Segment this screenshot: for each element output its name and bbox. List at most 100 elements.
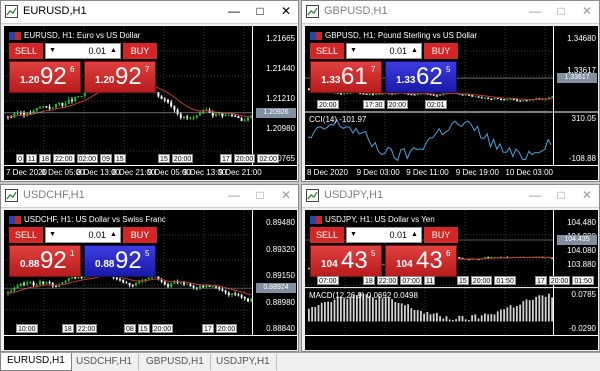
candle-body — [471, 95, 474, 97]
lot-decrease-icon[interactable]: ▼ — [349, 46, 358, 56]
price-axis[interactable]: 104.480104.280104.080103.8800.0785-0.029… — [553, 210, 598, 336]
price-axis[interactable]: 1.34680 1.33617 310.05 -108.88 1.33617 — [553, 26, 598, 166]
lot-size-value: 0.01 — [88, 46, 106, 56]
sell-button[interactable]: SELL — [9, 43, 43, 59]
price-chart[interactable]: GBPUSD, H1: Pound Sterling vs US Dollar … — [305, 26, 598, 180]
session-marker: 0 — [16, 154, 24, 163]
lot-increase-icon[interactable]: ▲ — [410, 46, 419, 56]
price-axis[interactable]: 1.21665 1.21440 1.21210 1.20980 1.20765 1.209… — [252, 26, 297, 166]
candle-body — [231, 293, 233, 295]
session-timeline: 15 20:00 — [158, 154, 194, 163]
lot-size-input[interactable]: ▼ 0.01 ▲ — [346, 227, 422, 243]
candle-body — [23, 283, 25, 285]
session-marker: 15 — [113, 154, 126, 163]
sell-button[interactable]: SELL — [310, 227, 344, 243]
tab-gbpusd[interactable]: GBPUSD,H1 — [140, 354, 211, 370]
candle-body — [227, 114, 230, 116]
maximize-icon[interactable]: □ — [252, 4, 268, 19]
candle-body — [231, 114, 233, 116]
lot-size-value: 0.01 — [88, 230, 106, 240]
candle-body — [477, 96, 480, 98]
close-icon[interactable]: ✕ — [579, 4, 595, 19]
macd-histogram-bar — [503, 309, 505, 322]
close-icon[interactable]: ✕ — [278, 188, 294, 203]
bid-price-prefix: 104 — [321, 259, 338, 270]
macd-histogram-bar — [375, 299, 377, 322]
session-marker: 15 — [457, 275, 469, 285]
candle-body — [487, 97, 490, 100]
candle-body — [464, 94, 467, 96]
ask-price-tile[interactable]: 104 43 6 — [385, 245, 457, 277]
minimize-icon[interactable]: — — [527, 188, 543, 203]
minimize-icon[interactable]: — — [226, 188, 242, 203]
chart-window-w2[interactable]: GBPUSD,H1 — □ ✕ GBPUSD, H1: Pound Sterli… — [301, 0, 600, 182]
session-marker: 02:00 — [76, 154, 99, 163]
time-axis[interactable] — [305, 335, 598, 350]
candle-body — [237, 116, 240, 119]
maximize-icon[interactable]: □ — [553, 188, 569, 203]
cci-line — [307, 118, 552, 162]
ask-price-pip: 5 — [145, 249, 150, 258]
candle-body — [163, 281, 166, 285]
bid-price-tile[interactable]: 104 43 5 — [310, 245, 382, 277]
lot-size-input[interactable]: ▼ 0.01 ▲ — [346, 43, 422, 59]
candle-body — [522, 100, 525, 102]
bid-price-main: 92 — [40, 247, 67, 274]
ask-price-tile[interactable]: 1.33 62 5 — [385, 61, 457, 93]
price-chart[interactable]: USDCHF, H1: US Dollar vs Swiss Franc SEL… — [4, 210, 297, 350]
price-axis-tick: 310.05 — [571, 114, 596, 123]
minimize-icon[interactable]: — — [226, 4, 242, 19]
chart-window-w3[interactable]: USDCHF,H1 — □ ✕ USDCHF, H1: US Dollar vs… — [0, 184, 299, 352]
buy-button[interactable]: BUY — [123, 43, 157, 59]
window-titlebar[interactable]: USDJPY,H1 — □ ✕ — [302, 185, 599, 208]
candle-body — [167, 284, 169, 287]
session-marker: 22:00 — [75, 324, 98, 333]
lot-decrease-icon[interactable]: ▼ — [349, 230, 358, 240]
bid-price-tile[interactable]: 1.33 61 7 — [310, 61, 382, 93]
minimize-icon[interactable]: — — [527, 4, 543, 19]
maximize-icon[interactable]: □ — [553, 4, 569, 19]
buy-button[interactable]: BUY — [123, 227, 157, 243]
bid-price-tile[interactable]: 0.88 92 1 — [9, 245, 81, 277]
tab-usdjpy[interactable]: USDJPY,H1 — [210, 354, 277, 370]
bid-price-pip: 6 — [70, 65, 75, 74]
chart-window-w1[interactable]: EURUSD,H1 — □ ✕ EURUSD, H1: Euro vs US D… — [0, 0, 299, 182]
lot-decrease-icon[interactable]: ▼ — [48, 46, 57, 56]
tab-eurusd[interactable]: EURUSD,H1 — [0, 353, 72, 371]
candle-body — [227, 292, 230, 295]
sell-button[interactable]: SELL — [310, 43, 344, 59]
window-titlebar[interactable]: EURUSD,H1 — □ ✕ — [1, 1, 298, 24]
buy-button[interactable]: BUY — [424, 43, 458, 59]
price-chart[interactable]: EURUSD, H1: Euro vs US Dollar SELL ▼ 0.0… — [4, 26, 297, 180]
close-icon[interactable]: ✕ — [278, 4, 294, 19]
ask-price-tile[interactable]: 0.88 92 5 — [84, 245, 156, 277]
sell-button[interactable]: SELL — [9, 227, 43, 243]
lot-size-input[interactable]: ▼ 0.01 ▲ — [45, 227, 121, 243]
close-icon[interactable]: ✕ — [579, 188, 595, 203]
macd-histogram-bar — [308, 308, 310, 322]
price-chart[interactable]: USDJPY, H1: US Dollar vs Yen SELL ▼ 0.01… — [305, 210, 598, 350]
macd-histogram-bar — [516, 306, 518, 322]
price-axis-tick: 1.21665 — [266, 34, 295, 43]
bid-price-tile[interactable]: 1.20 92 6 — [9, 61, 81, 93]
window-titlebar[interactable]: USDCHF,H1 — □ ✕ — [1, 185, 298, 208]
window-titlebar[interactable]: GBPUSD,H1 — □ ✕ — [302, 1, 599, 24]
lot-increase-icon[interactable]: ▲ — [410, 230, 419, 240]
time-axis[interactable]: 7 Dec 2020 8 Dec 05:00 8 Dec 13:00 8 Dec 21… — [4, 165, 297, 180]
lot-increase-icon[interactable]: ▲ — [109, 230, 118, 240]
maximize-icon[interactable]: □ — [252, 188, 268, 203]
tab-usdchf[interactable]: USDCHF,H1 — [70, 354, 140, 370]
lot-increase-icon[interactable]: ▲ — [109, 46, 118, 56]
macd-histogram-bar — [522, 301, 525, 322]
ask-price-tile[interactable]: 1.20 92 7 — [84, 61, 156, 93]
session-timeline: 18 22:00 — [62, 324, 98, 333]
macd-histogram-bar — [484, 313, 486, 322]
candle-body — [74, 96, 77, 102]
lot-size-input[interactable]: ▼ 0.01 ▲ — [45, 43, 121, 59]
buy-button[interactable]: BUY — [424, 227, 458, 243]
time-axis[interactable] — [4, 335, 297, 350]
lot-decrease-icon[interactable]: ▼ — [48, 230, 57, 240]
time-axis[interactable]: 8 Dec 2020 9 Dec 03:00 9 Dec 11:00 9 Dec 19… — [305, 165, 598, 180]
price-axis[interactable]: 0.89480 0.89320 0.89150 0.88980 0.88840 0.889… — [252, 210, 297, 336]
chart-window-w4[interactable]: USDJPY,H1 — □ ✕ USDJPY, H1: US Dollar vs… — [301, 184, 600, 352]
